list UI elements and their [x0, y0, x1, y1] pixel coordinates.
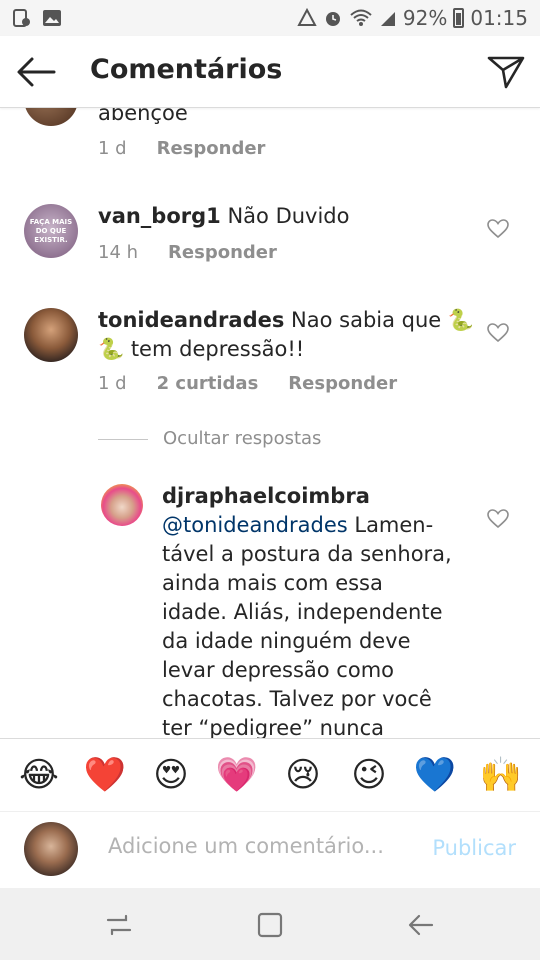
emoji-crying[interactable]: 😢: [281, 755, 325, 795]
status-right: 92% 01:15: [297, 6, 528, 30]
avatar-text: FAÇA MAIS DO QUE EXISTIR.: [29, 217, 73, 244]
comment-time: 1 d: [98, 138, 127, 159]
status-bar: 92% 01:15: [0, 0, 540, 36]
comment-time: 14 h: [98, 242, 139, 263]
emoji-wink[interactable]: 😉: [347, 755, 391, 795]
reply-item: djraphaelcoimbra @tonideandrades Lamen- …: [0, 482, 540, 738]
header: Comentários: [0, 36, 540, 108]
reply-line: chacotas. Talvez por você: [162, 687, 432, 711]
gallery-icon: [43, 10, 61, 26]
status-left: [12, 8, 62, 28]
comment-username[interactable]: van_borg1: [98, 204, 221, 228]
comment-body-line-2: 🐍 tem depressão!!: [98, 337, 305, 361]
comment-composer: Publicar: [0, 812, 540, 888]
comment-item: tonideandrades Nao sabia que 🐍 🐍 tem dep…: [0, 306, 540, 406]
comment-text: van_borg1 Não Duvido: [98, 202, 350, 231]
comments-list[interactable]: abençoe 1 d Responder FAÇA MAIS DO QUE E…: [0, 108, 540, 738]
like-heart-icon[interactable]: [487, 509, 509, 529]
avatar[interactable]: [101, 484, 143, 526]
comment-meta: 1 d Responder: [98, 138, 265, 159]
reply-username[interactable]: djraphaelcoimbra: [162, 482, 462, 511]
clock: 01:15: [470, 6, 528, 30]
comment-meta: 14 h Responder: [98, 242, 277, 263]
reply-button[interactable]: Responder: [168, 242, 277, 263]
alarm-icon: [325, 12, 340, 26]
avatar[interactable]: [24, 308, 78, 362]
reply-text: djraphaelcoimbra @tonideandrades Lamen- …: [162, 482, 462, 738]
emoji-heart-eyes[interactable]: 😍: [149, 755, 193, 795]
publish-button[interactable]: Publicar: [432, 836, 516, 860]
emoji-raising-hands[interactable]: 🙌: [479, 755, 523, 795]
emoji-red-heart[interactable]: ❤️: [83, 755, 127, 795]
hide-replies-divider: [98, 439, 148, 440]
comment-username[interactable]: tonideandrades: [98, 308, 284, 332]
avatar[interactable]: FAÇA MAIS DO QUE EXISTIR.: [24, 204, 78, 258]
my-avatar: [24, 822, 78, 876]
comment-meta: 1 d 2 curtidas Responder: [98, 373, 397, 394]
emoji-quick-bar: 😂 ❤️ 😍 💗 😢 😉 💙 🙌: [0, 738, 540, 812]
comment-body: Não Duvido: [227, 204, 350, 228]
emoji-blue-heart[interactable]: 💙: [413, 755, 457, 795]
reply-line: Lamen-: [347, 513, 434, 537]
emoji-growing-heart[interactable]: 💗: [215, 755, 259, 795]
reply-line: ainda mais com essa: [162, 571, 383, 595]
hide-replies-button[interactable]: Ocultar respostas: [163, 428, 321, 449]
back-icon[interactable]: [406, 910, 436, 940]
direct-send-icon[interactable]: [486, 54, 526, 90]
comment-time: 1 d: [98, 373, 127, 394]
reply-button[interactable]: Responder: [157, 138, 266, 159]
comment-text: abençoe: [98, 108, 188, 125]
back-arrow-icon[interactable]: [14, 54, 58, 90]
reply-line: idade. Aliás, independente: [162, 600, 443, 624]
comment-item: FAÇA MAIS DO QUE EXISTIR. van_borg1 Não …: [0, 202, 540, 282]
screen-record-icon: [13, 9, 30, 27]
android-nav-bar: [0, 888, 540, 960]
battery-percent: 92%: [402, 6, 448, 30]
reply-button[interactable]: Responder: [288, 373, 397, 394]
reply-mention-link[interactable]: @tonideandrades: [162, 513, 348, 537]
comment-body-line-1: Nao sabia que 🐍: [291, 308, 475, 332]
recycle-icon: [297, 8, 317, 26]
home-icon[interactable]: [255, 910, 285, 940]
like-heart-icon[interactable]: [487, 323, 509, 343]
likes-count[interactable]: 2 curtidas: [157, 373, 259, 394]
reply-line: tável a postura da senhora,: [162, 542, 452, 566]
comment-input[interactable]: [108, 834, 408, 858]
comment-item: abençoe 1 d Responder: [0, 108, 540, 178]
recent-apps-icon[interactable]: [104, 910, 134, 940]
reply-line: da idade ninguém deve: [162, 629, 411, 653]
emoji-tears-of-joy[interactable]: 😂: [17, 755, 61, 795]
avatar[interactable]: [24, 108, 78, 126]
reply-line: levar depressão como: [162, 658, 395, 682]
reply-line: ter “pedigree” nunca passou: [162, 716, 384, 738]
battery-icon: [453, 8, 465, 28]
comment-text: tonideandrades Nao sabia que 🐍 🐍 tem dep…: [98, 306, 474, 364]
signal-icon: [380, 12, 395, 26]
wifi-icon: [350, 9, 372, 26]
like-heart-icon[interactable]: [487, 219, 509, 239]
page-title: Comentários: [90, 54, 283, 85]
